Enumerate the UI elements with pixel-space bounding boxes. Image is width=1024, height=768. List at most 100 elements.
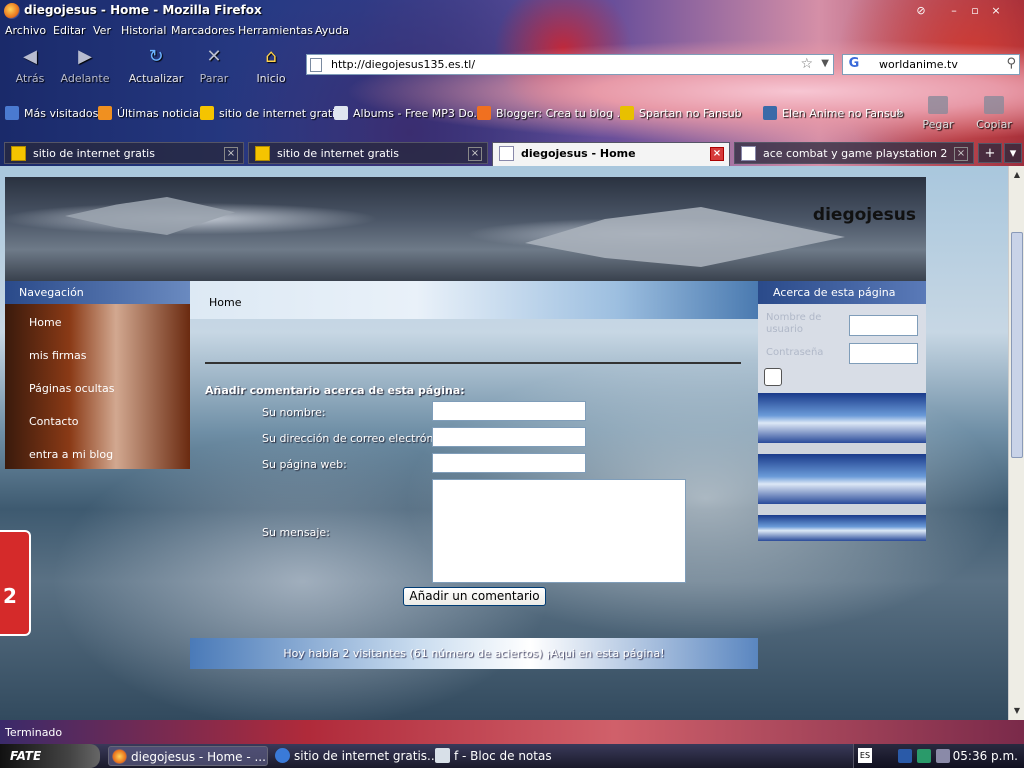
- tab-close-icon[interactable]: ×: [468, 147, 482, 161]
- tab-list-chevron-icon[interactable]: ▾: [1004, 143, 1022, 163]
- system-tray: ES 05:36 p.m.: [853, 744, 1024, 768]
- browser-chrome: diegojesus - Home - Mozilla Firefox ⊘ – …: [0, 0, 1024, 166]
- email-field[interactable]: [432, 427, 586, 447]
- info-icon[interactable]: ⊘: [913, 3, 929, 19]
- scroll-up-icon[interactable]: ▲: [1010, 168, 1024, 182]
- bookmark-item[interactable]: Más visitados: [5, 106, 98, 120]
- nav-item-paginas-ocultas[interactable]: Páginas ocultas: [5, 370, 190, 403]
- maximize-button[interactable]: ▫: [967, 3, 983, 19]
- page-icon: [741, 146, 756, 161]
- stop-icon: ✕: [206, 46, 222, 67]
- address-bar[interactable]: http://diegojesus135.es.tl/ ☆ ▼: [306, 54, 834, 75]
- taskbar-item-ie[interactable]: sitio de internet gratis...: [272, 746, 439, 766]
- right-sidebar: Acerca de esta página Nombre de usuario …: [758, 281, 926, 541]
- menu-historial[interactable]: Historial: [121, 24, 166, 37]
- nav-header: Navegación: [5, 281, 190, 304]
- menu-archivo[interactable]: Archivo: [5, 24, 46, 37]
- network-icon[interactable]: [917, 749, 931, 763]
- paste-button[interactable]: Pegar: [918, 96, 958, 131]
- tab-close-icon[interactable]: ×: [954, 147, 968, 161]
- breadcrumb-home[interactable]: Home: [209, 296, 241, 309]
- nav-item-label: Páginas ocultas: [29, 382, 115, 395]
- tab[interactable]: ace combat y game playstation 2 ×: [734, 142, 974, 164]
- password-field[interactable]: [849, 343, 918, 364]
- search-icon[interactable]: ⚲: [1006, 56, 1016, 71]
- bookmark-star-icon[interactable]: ☆: [800, 56, 813, 72]
- chevron-down-icon[interactable]: ▼: [821, 58, 829, 69]
- forward-label: Adelante: [60, 72, 110, 85]
- search-box[interactable]: G worldanime.tv ⚲: [842, 54, 1020, 75]
- bookmark-item[interactable]: sitio de internet gratis: [200, 106, 341, 120]
- message-textarea[interactable]: [432, 479, 686, 583]
- minimize-button[interactable]: –: [946, 3, 962, 19]
- website-field[interactable]: [432, 453, 586, 473]
- search-input[interactable]: worldanime.tv: [879, 58, 958, 71]
- menu-ver[interactable]: Ver: [93, 24, 111, 37]
- folder-icon: [11, 146, 26, 161]
- name-field[interactable]: [432, 401, 586, 421]
- tab[interactable]: sitio de internet gratis ×: [248, 142, 488, 164]
- forward-button[interactable]: ▶ Adelante: [55, 46, 115, 86]
- start-button[interactable]: FATE: [0, 744, 100, 768]
- tab-active[interactable]: diegojesus - Home ×: [492, 142, 730, 166]
- home-icon: ⌂: [265, 46, 277, 67]
- tab-close-icon[interactable]: ×: [224, 147, 238, 161]
- nav-item-blog[interactable]: entra a mi blog: [5, 436, 190, 469]
- folder-icon: [200, 106, 214, 120]
- close-button[interactable]: ×: [988, 3, 1004, 19]
- language-indicator[interactable]: ES: [858, 748, 872, 763]
- stop-button[interactable]: ✕ Parar: [184, 46, 244, 86]
- title-bar: diegojesus - Home - Mozilla Firefox ⊘ – …: [0, 0, 1024, 22]
- copy-button[interactable]: Copiar: [974, 96, 1014, 131]
- volume-icon[interactable]: [936, 749, 950, 763]
- copy-icon: [984, 96, 1004, 114]
- taskbar-item-firefox[interactable]: diegojesus - Home - ...: [108, 746, 268, 766]
- taskbar-item-notepad[interactable]: f - Bloc de notas: [432, 746, 582, 766]
- back-button[interactable]: ◀ Atrás: [0, 46, 60, 86]
- web-label: Su página web:: [262, 458, 347, 471]
- about-page-header: Acerca de esta página: [758, 281, 926, 304]
- login-button[interactable]: [764, 368, 782, 386]
- name-label: Su nombre:: [262, 406, 326, 419]
- bookmarks-toolbar: Más visitados Últimas noticias sitio de …: [0, 102, 1024, 124]
- page-viewport: diegojesus Navegación Home mis firmas Pá…: [0, 166, 1008, 720]
- nav-item-contacto[interactable]: Contacto: [5, 403, 190, 436]
- jet-image: [525, 207, 845, 267]
- scroll-thumb[interactable]: [1011, 232, 1023, 458]
- bookmark-item[interactable]: Elen Anime no Fansub: [763, 106, 904, 120]
- phone-icon[interactable]: [898, 749, 912, 763]
- side-widget-number: 2: [3, 584, 17, 608]
- tab[interactable]: sitio de internet gratis ×: [4, 142, 244, 164]
- nav-item-label: mis firmas: [29, 349, 87, 362]
- username-field[interactable]: [849, 315, 918, 336]
- task-label: diegojesus - Home - ...: [131, 750, 266, 764]
- divider: [205, 362, 741, 364]
- bookmark-item[interactable]: Últimas noticias: [98, 106, 205, 120]
- tab-close-icon[interactable]: ×: [710, 147, 724, 161]
- add-comment-button[interactable]: Añadir un comentario: [403, 587, 546, 606]
- site-banner: diegojesus: [5, 177, 926, 281]
- bookmark-item[interactable]: Spartan no Fansub: [620, 106, 742, 120]
- most-visited-icon: [5, 106, 19, 120]
- sidebar-divider: [758, 504, 926, 515]
- new-tab-button[interactable]: +: [978, 143, 1002, 163]
- nav-item-mis-firmas[interactable]: mis firmas: [5, 337, 190, 370]
- menu-editar[interactable]: Editar: [53, 24, 86, 37]
- bookmark-item[interactable]: Blogger: Crea tu blog ...: [477, 106, 627, 120]
- google-icon[interactable]: G: [845, 56, 863, 73]
- home-button[interactable]: ⌂ Inicio: [241, 46, 301, 86]
- paste-label: Pegar: [922, 118, 954, 131]
- side-widget[interactable]: 2: [0, 530, 31, 636]
- menu-marcadores[interactable]: Marcadores: [171, 24, 235, 37]
- menu-herramientas[interactable]: Herramientas: [238, 24, 313, 37]
- scroll-down-icon[interactable]: ▼: [1010, 704, 1024, 718]
- menu-ayuda[interactable]: Ayuda: [315, 24, 349, 37]
- reload-button[interactable]: ↻ Actualizar: [126, 46, 186, 86]
- nav-item-home[interactable]: Home: [5, 304, 190, 337]
- bookmark-item[interactable]: Albums - Free MP3 Do...: [334, 106, 484, 120]
- bookmarks-overflow-icon[interactable]: »: [896, 106, 903, 119]
- notepad-icon: [435, 748, 450, 763]
- message-label: Su mensaje:: [262, 526, 330, 539]
- login-box: Nombre de usuario Contraseña: [758, 304, 926, 393]
- vertical-scrollbar[interactable]: ▲ ▼: [1008, 166, 1024, 720]
